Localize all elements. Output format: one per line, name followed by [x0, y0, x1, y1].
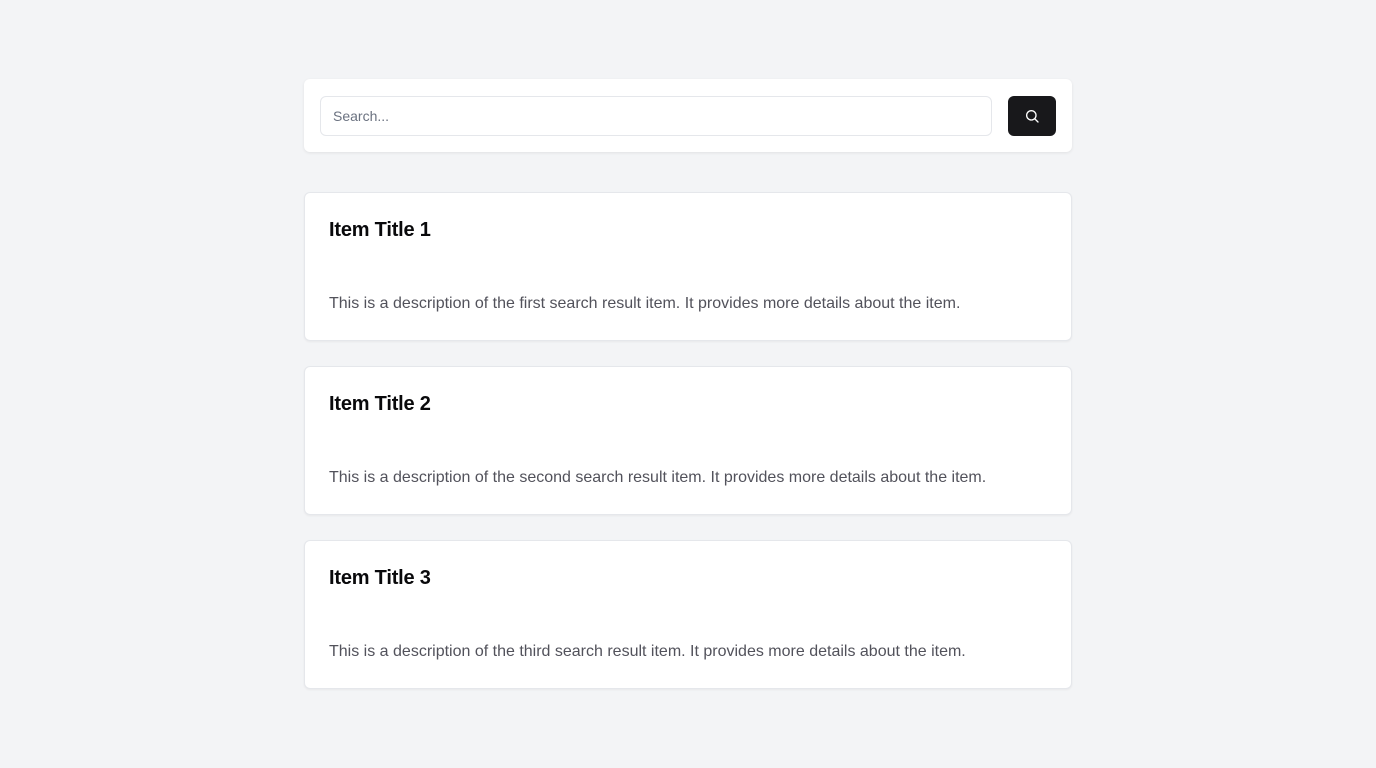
- result-title: Item Title 1: [329, 219, 431, 241]
- search-page: Item Title 1 This is a description of th…: [304, 79, 1072, 689]
- result-description: This is a description of the third searc…: [329, 643, 966, 660]
- search-results-list: Item Title 1 This is a description of th…: [304, 192, 1072, 689]
- result-description: This is a description of the first searc…: [329, 295, 961, 312]
- search-icon: [1024, 108, 1040, 124]
- result-title: Item Title 3: [329, 567, 431, 589]
- search-bar: [304, 79, 1072, 152]
- search-result-item[interactable]: Item Title 1 This is a description of th…: [304, 192, 1072, 341]
- result-title: Item Title 2: [329, 393, 431, 415]
- search-result-item[interactable]: Item Title 3 This is a description of th…: [304, 540, 1072, 689]
- search-button[interactable]: [1008, 95, 1056, 136]
- search-result-item[interactable]: Item Title 2 This is a description of th…: [304, 366, 1072, 515]
- result-description: This is a description of the second sear…: [329, 469, 987, 486]
- search-input[interactable]: [320, 95, 992, 136]
